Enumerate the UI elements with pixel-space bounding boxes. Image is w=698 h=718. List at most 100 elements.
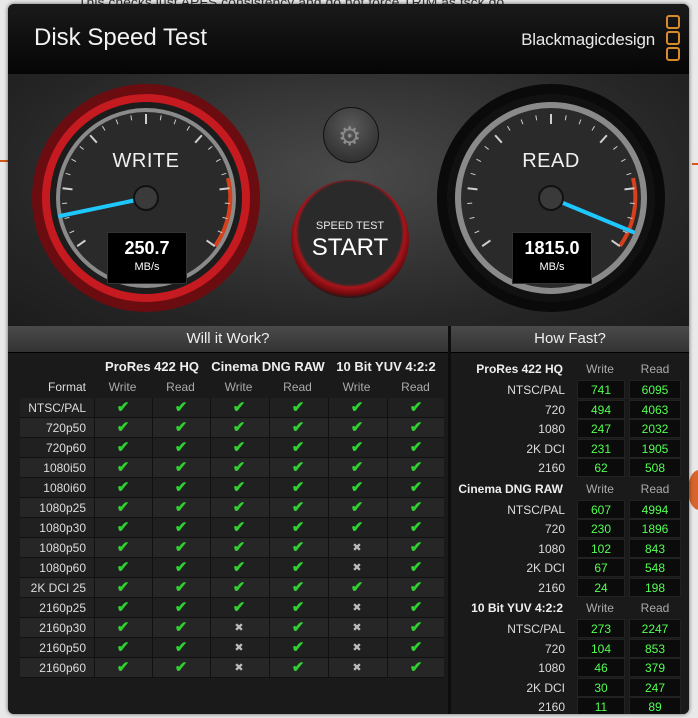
check-icon: ✔: [152, 578, 209, 598]
check-icon: ✔: [269, 418, 326, 438]
check-icon: ✔: [328, 418, 385, 438]
check-icon: ✔: [94, 638, 151, 658]
codec-group-label: Cinema DNG RAW: [458, 481, 563, 496]
disk-speed-test-window: Disk Speed Test Blackmagicdesign WRITE 2…: [8, 4, 689, 714]
fps-write-value: 741: [577, 380, 625, 399]
check-icon: ✔: [210, 558, 267, 578]
check-icon: ✔: [210, 458, 267, 478]
check-icon: ✔: [94, 658, 151, 678]
check-icon: ✔: [152, 558, 209, 578]
check-icon: ✔: [387, 578, 444, 598]
check-icon: ✔: [269, 458, 326, 478]
title-bar: Disk Speed Test Blackmagicdesign: [8, 4, 689, 74]
check-icon: ✔: [210, 398, 267, 418]
dashboard: WRITE 250.7 MB/s ⚙ SPEED TEST START READ…: [8, 74, 689, 326]
fps-read-value: 853: [629, 638, 681, 658]
codec-group-label: ProRes 422 HQ: [476, 362, 563, 376]
gauge-tick: [62, 187, 73, 191]
check-icon: ✔: [152, 498, 209, 518]
fps-read-value: 2032: [629, 419, 681, 438]
write-column-header: Write: [224, 380, 253, 394]
check-icon: ✔: [152, 658, 209, 678]
gauge-tick: [219, 187, 230, 191]
read-column-header: Read: [401, 380, 430, 394]
read-gauge: READ 1815.0 MB/s: [435, 82, 667, 314]
read-column-header: Read: [640, 481, 670, 496]
resolution-label: 1080: [538, 541, 565, 556]
check-icon: ✔: [210, 518, 267, 538]
resolution-label: 720: [544, 641, 565, 656]
write-column-header: Write: [342, 380, 371, 394]
format-column-header: Format: [47, 380, 86, 394]
fps-write-value: 247: [577, 419, 625, 438]
cross-icon: ✖: [328, 638, 385, 658]
cross-icon: ✖: [328, 598, 385, 618]
format-label: 720p60: [45, 441, 86, 455]
check-icon: ✔: [210, 598, 267, 618]
settings-button[interactable]: ⚙: [323, 107, 379, 163]
codec-header: ProRes 422 HQ: [105, 359, 199, 374]
check-icon: ✔: [328, 458, 385, 478]
format-label: 1080i60: [43, 481, 86, 495]
read-speed-value: 1815.0: [524, 238, 580, 258]
fps-read-value: 1905: [629, 438, 681, 458]
write-speed-value: 250.7: [124, 238, 170, 258]
resolution-label: 2160: [538, 580, 565, 595]
will-it-work-header: Will it Work?: [8, 326, 448, 353]
read-readout: 1815.0 MB/s: [512, 232, 592, 284]
check-icon: ✔: [94, 558, 151, 578]
check-icon: ✔: [328, 578, 385, 598]
resolution-label: NTSC/PAL: [507, 502, 565, 517]
start-button[interactable]: SPEED TEST START: [291, 180, 409, 298]
gauge-tick: [467, 187, 478, 191]
check-icon: ✔: [328, 398, 385, 418]
fps-read-value: 2247: [629, 619, 681, 638]
resolution-label: 1080: [538, 661, 565, 675]
check-icon: ✔: [387, 558, 444, 578]
format-label: 2160p25: [39, 601, 86, 615]
check-icon: ✔: [387, 398, 444, 418]
how-fast-panel: How Fast? ProRes 422 HQ Write Read NTSC/PAL…: [451, 326, 689, 714]
resolution-label: 2K DCI: [526, 441, 565, 456]
resolution-label: NTSC/PAL: [507, 383, 565, 397]
write-column-header: Write: [586, 601, 614, 615]
background-window-edge: [688, 470, 698, 510]
check-icon: ✔: [94, 498, 151, 518]
check-icon: ✔: [269, 618, 326, 638]
fps-read-value: 89: [629, 697, 681, 714]
fps-write-value: 24: [577, 577, 625, 597]
check-icon: ✔: [387, 498, 444, 518]
check-icon: ✔: [387, 638, 444, 658]
check-icon: ✔: [152, 538, 209, 558]
app-title: Disk Speed Test: [34, 24, 207, 51]
codec-group-label: 10 Bit YUV 4:2:2: [471, 601, 563, 615]
check-icon: ✔: [152, 518, 209, 538]
check-icon: ✔: [328, 498, 385, 518]
fps-write-value: 46: [577, 658, 625, 677]
read-speed-unit: MB/s: [539, 261, 565, 273]
fps-write-value: 30: [577, 677, 625, 697]
start-button-label: START: [311, 234, 389, 261]
check-icon: ✔: [152, 418, 209, 438]
check-icon: ✔: [94, 438, 151, 458]
check-icon: ✔: [152, 478, 209, 498]
check-icon: ✔: [94, 478, 151, 498]
check-icon: ✔: [152, 458, 209, 478]
check-icon: ✔: [152, 598, 209, 618]
fps-read-value: 843: [629, 538, 681, 558]
check-icon: ✔: [269, 398, 326, 418]
fps-read-value: 4063: [629, 399, 681, 419]
write-gauge: WRITE 250.7 MB/s: [30, 82, 262, 314]
check-icon: ✔: [210, 438, 267, 458]
check-icon: ✔: [210, 478, 267, 498]
resolution-label: 2160: [538, 461, 565, 475]
format-label: 2160p30: [39, 621, 86, 635]
check-icon: ✔: [269, 538, 326, 558]
fps-read-value: 508: [629, 458, 681, 477]
check-icon: ✔: [152, 618, 209, 638]
check-icon: ✔: [210, 418, 267, 438]
check-icon: ✔: [152, 438, 209, 458]
background-divider-right: [692, 163, 698, 165]
check-icon: ✔: [387, 458, 444, 478]
start-button-caption: SPEED TEST: [315, 220, 385, 232]
